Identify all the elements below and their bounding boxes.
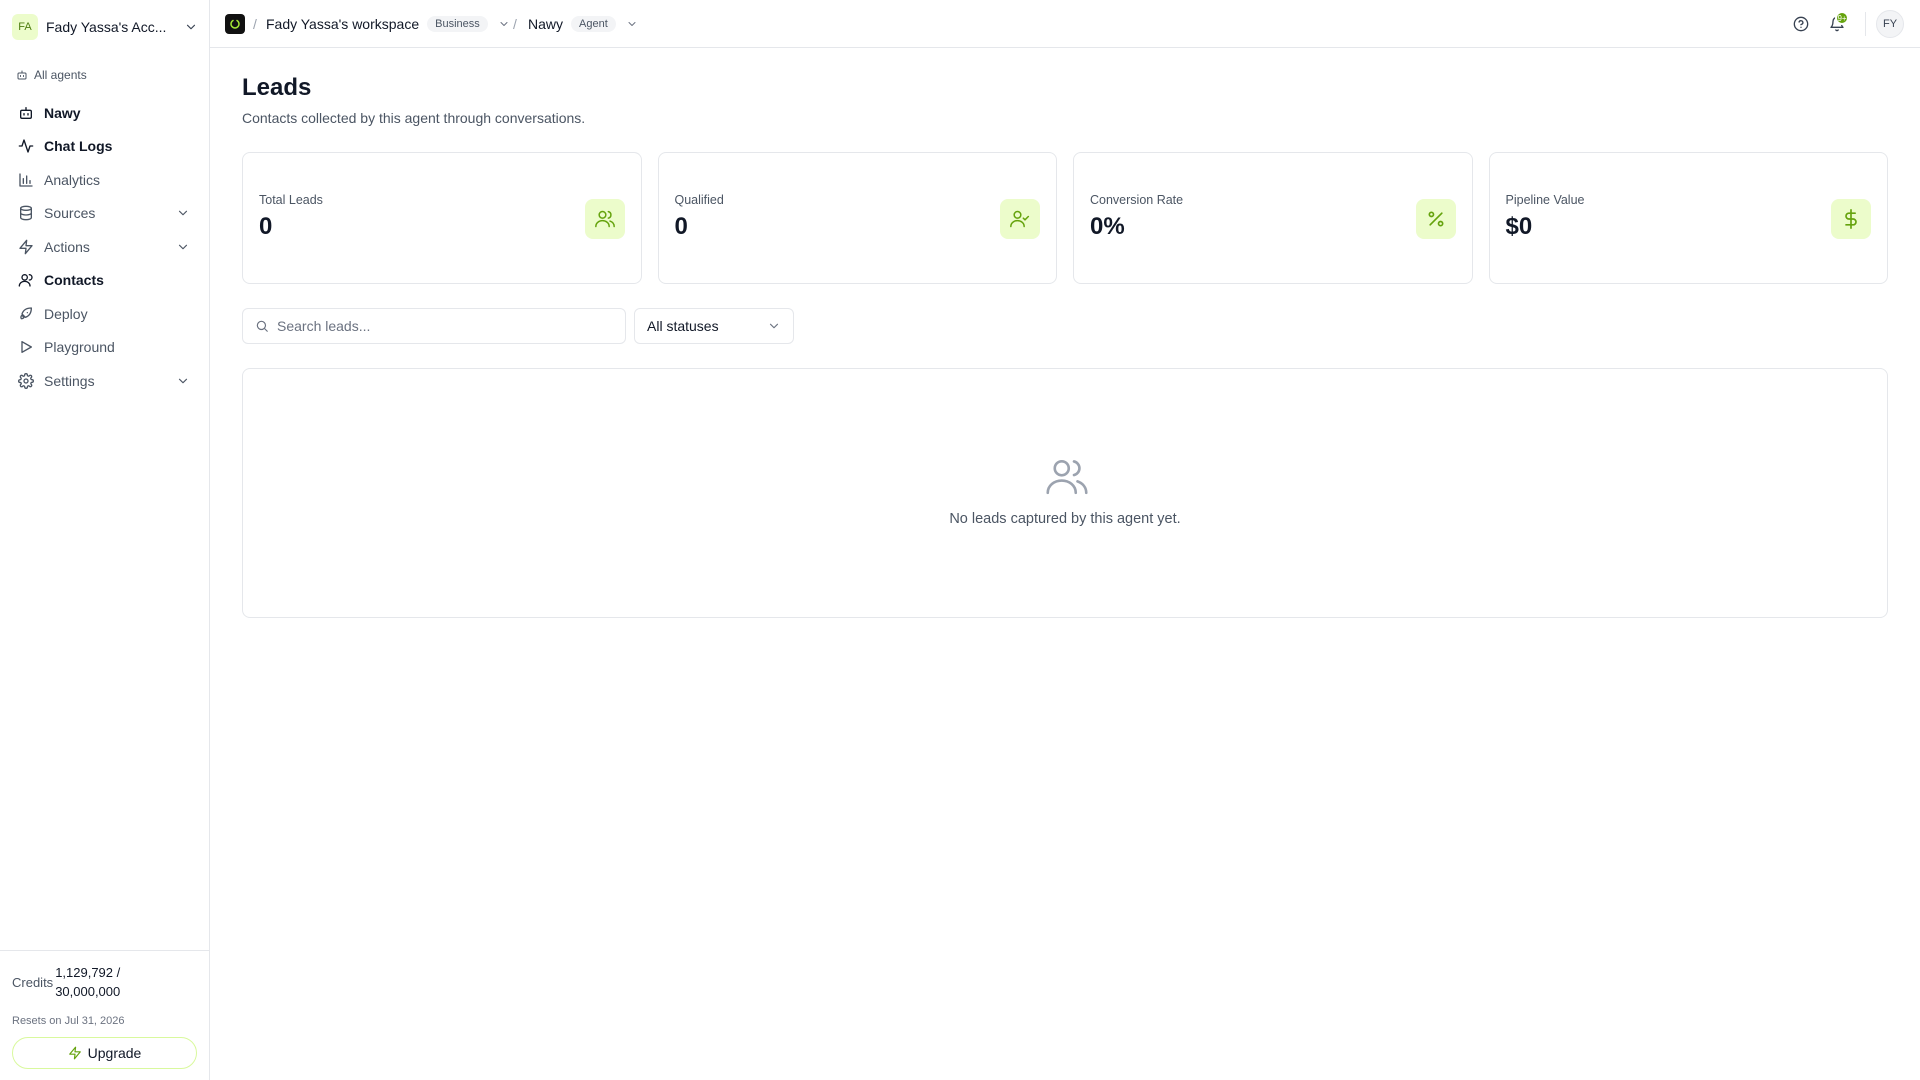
sidebar-item-label: Chat Logs — [44, 138, 113, 155]
app-logo[interactable] — [225, 14, 245, 34]
zap-icon — [68, 1046, 81, 1060]
stat-icon-box — [584, 199, 625, 239]
stat-card-qualified: Qualified 0 — [657, 152, 1057, 284]
user-icon — [18, 274, 33, 287]
sidebar: FA Fady Yassa's Acc... All agents Nawy C… — [0, 0, 210, 1080]
empty-state-text: No leads captured by this agent yet. — [949, 511, 1181, 527]
play-icon — [21, 341, 32, 354]
credits-panel: Credits 1,129,792 / 30,000,000 Resets on… — [0, 950, 210, 1080]
sidebar-item-settings[interactable]: Settings — [12, 364, 198, 398]
sidebar-item-label: Analytics — [44, 171, 101, 188]
stat-icon-box — [1415, 199, 1456, 239]
chevron-down-icon — [769, 323, 779, 329]
all-agents-link[interactable]: All agents — [16, 68, 87, 82]
status-filter-select[interactable]: All statuses — [634, 308, 794, 344]
chevron-down-icon — [186, 24, 196, 30]
stat-value: $0 — [1505, 213, 1533, 240]
credits-value: 1,129,792 / 30,000,000 — [55, 965, 121, 999]
bot-icon — [20, 106, 32, 119]
rocket-icon — [20, 307, 32, 320]
sidebar-item-label: Playground — [44, 339, 115, 356]
page-subtitle: Contacts collected by this agent through… — [242, 110, 586, 126]
sidebar-nav: Nawy Chat Logs Analytics Sources Actions… — [12, 96, 198, 398]
bar-chart-icon — [19, 173, 33, 187]
status-filter-value: All statuses — [647, 318, 719, 334]
zap-icon — [19, 239, 33, 255]
sidebar-item-contacts[interactable]: Contacts — [12, 264, 198, 298]
sidebar-item-actions[interactable]: Actions — [12, 230, 198, 264]
workspace-breadcrumb[interactable]: Fady Yassa's workspace Business — [266, 0, 510, 48]
user-check-icon — [1010, 210, 1030, 228]
stat-label: Qualified — [674, 193, 724, 207]
chevron-down-icon — [178, 210, 188, 216]
dollar-icon — [1845, 209, 1857, 229]
chevron-down-icon — [178, 244, 188, 250]
gear-icon — [18, 372, 34, 389]
leads-empty-state: No leads captured by this agent yet. — [242, 368, 1888, 618]
activity-icon — [18, 139, 34, 153]
credits-reset-date: Resets on Jul 31, 2026 — [12, 1015, 125, 1027]
topbar-actions: 9+ FY — [1783, 0, 1904, 48]
stat-card-total-leads: Total Leads 0 — [242, 152, 642, 284]
chevron-down-icon[interactable] — [626, 18, 638, 30]
logo-icon — [230, 19, 240, 29]
sidebar-item-label: Deploy — [44, 305, 88, 322]
chevron-down-icon — [178, 378, 188, 384]
help-circle-icon — [1793, 16, 1809, 32]
bot-icon — [17, 70, 27, 80]
search-input[interactable] — [277, 318, 617, 334]
search-input-wrapper — [242, 308, 626, 344]
sidebar-item-label: Actions — [44, 238, 90, 255]
agent-badge: Agent — [571, 16, 616, 32]
account-switcher[interactable]: FA Fady Yassa's Acc... — [12, 12, 198, 42]
upgrade-button[interactable]: Upgrade — [12, 1037, 197, 1069]
stat-icon-box — [1831, 199, 1871, 239]
topbar-divider — [1865, 12, 1866, 36]
user-avatar[interactable]: FY — [1876, 10, 1904, 38]
stat-value: 0 — [259, 213, 273, 240]
percent-icon — [1428, 211, 1443, 227]
upgrade-label: Upgrade — [87, 1045, 142, 1061]
sidebar-item-analytics[interactable]: Analytics — [12, 163, 198, 197]
notification-count-badge: 9+ — [1835, 11, 1849, 25]
breadcrumb-separator: / — [513, 16, 517, 32]
stat-label: Total Leads — [259, 193, 323, 207]
credits-row: Credits 1,129,792 / 30,000,000 — [12, 963, 135, 1001]
stat-icon-box — [1000, 199, 1040, 239]
users-icon — [1046, 459, 1088, 495]
workspace-name: Fady Yassa's workspace — [266, 16, 420, 32]
credits-label: Credits — [12, 974, 54, 990]
search-icon — [256, 320, 268, 332]
sidebar-item-label: Nawy — [44, 104, 81, 121]
sidebar-item-nawy[interactable]: Nawy — [12, 96, 198, 130]
stats-row: Total Leads 0 Qualified 0 Conversion Rat… — [242, 152, 1888, 284]
page-title: Leads — [242, 74, 312, 101]
plan-badge: Business — [427, 16, 488, 32]
topbar: / Fady Yassa's workspace Business / Nawy… — [210, 0, 1920, 48]
stat-value: 0 — [674, 213, 688, 240]
sidebar-item-chat-logs[interactable]: Chat Logs — [12, 130, 198, 164]
stat-card-conversion-rate: Conversion Rate 0% — [1073, 152, 1473, 284]
stat-value: 0% — [1090, 213, 1125, 240]
users-icon — [594, 210, 615, 228]
agent-name: Nawy — [528, 16, 564, 32]
breadcrumb-separator: / — [253, 16, 257, 32]
sidebar-item-label: Settings — [44, 372, 95, 389]
account-name: Fady Yassa's Acc... — [46, 19, 167, 35]
stat-label: Conversion Rate — [1090, 193, 1184, 207]
database-icon — [20, 205, 32, 221]
stat-card-pipeline-value: Pipeline Value $0 — [1488, 152, 1888, 284]
help-button[interactable] — [1783, 6, 1819, 42]
account-avatar: FA — [12, 14, 38, 40]
sidebar-item-deploy[interactable]: Deploy — [12, 297, 198, 331]
sidebar-item-label: Contacts — [44, 272, 104, 289]
stat-label: Pipeline Value — [1505, 193, 1585, 207]
all-agents-label: All agents — [34, 68, 87, 82]
agent-breadcrumb[interactable]: Nawy Agent — [528, 0, 638, 48]
chevron-down-icon[interactable] — [498, 18, 510, 30]
sidebar-item-sources[interactable]: Sources — [12, 197, 198, 231]
notifications-button[interactable]: 9+ — [1819, 6, 1855, 42]
sidebar-item-label: Sources — [44, 205, 96, 222]
sidebar-item-playground[interactable]: Playground — [12, 331, 198, 365]
